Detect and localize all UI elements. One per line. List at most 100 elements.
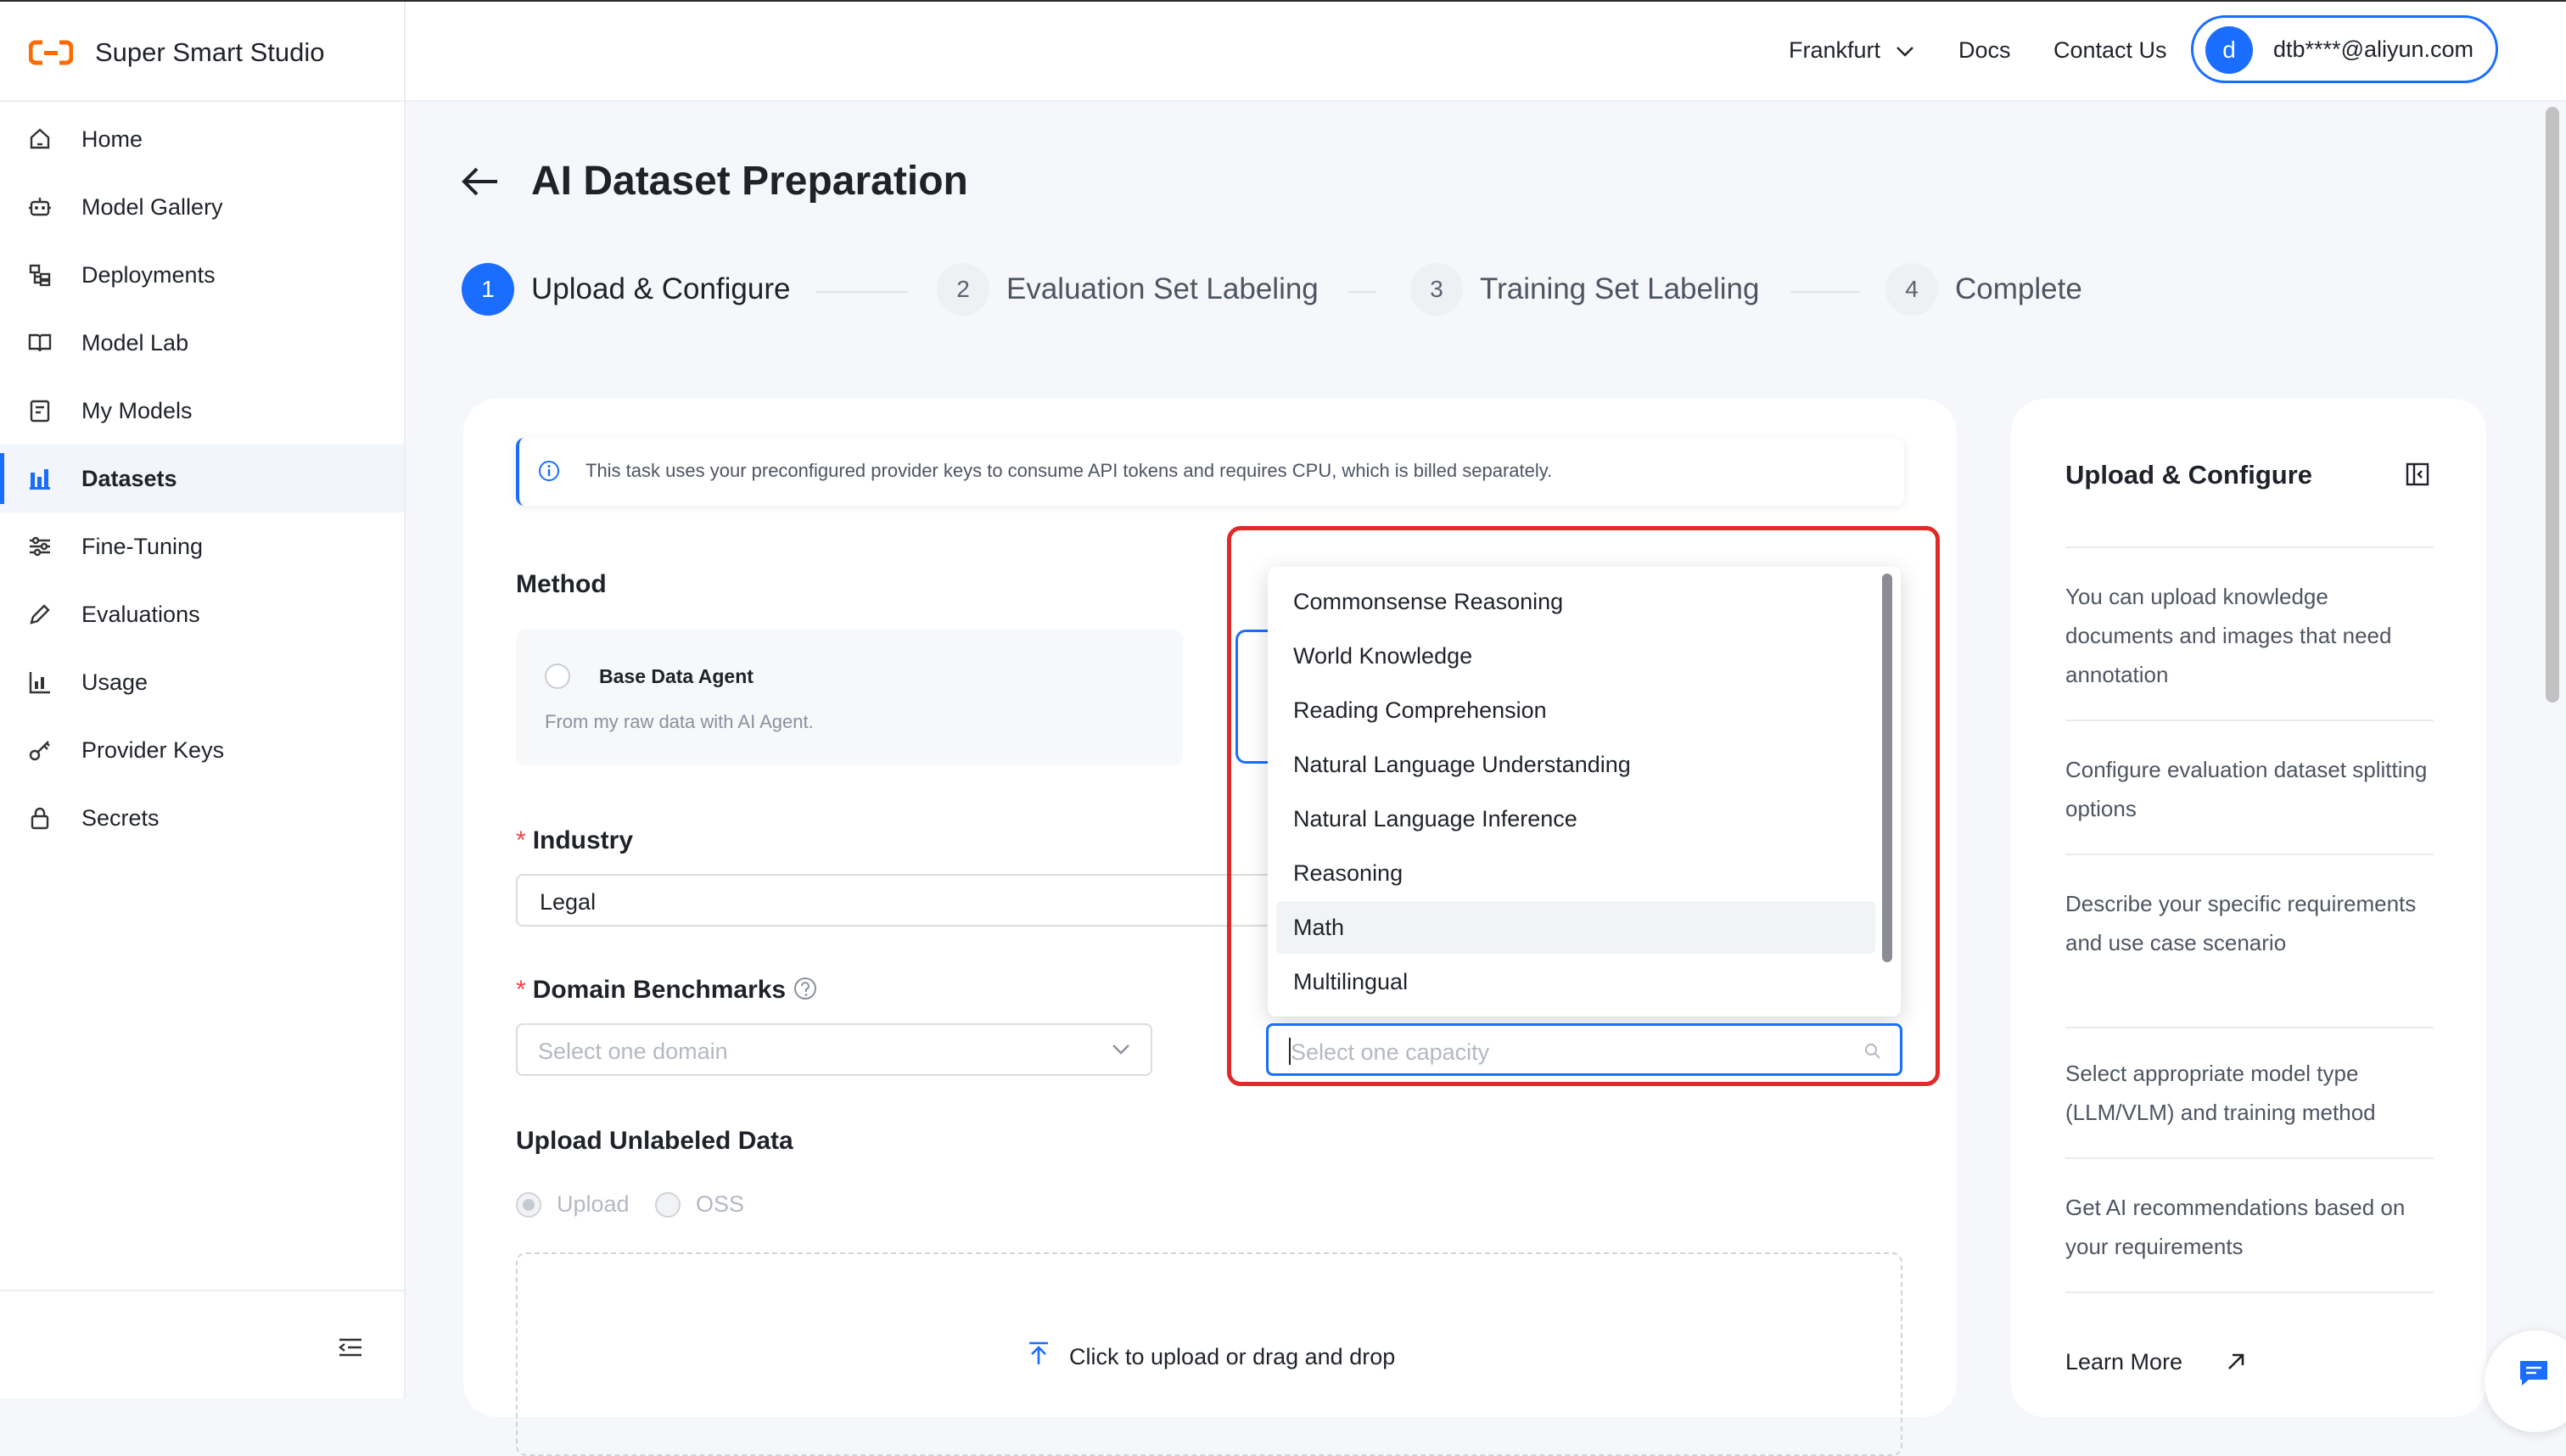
step-1: 1 Upload & Configure xyxy=(462,263,790,316)
chat-bubble-icon xyxy=(2517,1356,2551,1394)
industry-field[interactable]: Legal xyxy=(516,874,1280,927)
help-tip: Select appropriate model type (LLM/VLM) … xyxy=(2065,1061,2376,1125)
capacity-dropdown-menu: Commonsense Reasoning World Knowledge Re… xyxy=(1268,567,1901,1016)
step-4: 4 Complete xyxy=(1885,263,2082,316)
book-icon xyxy=(27,330,53,356)
sidebar-item-label: Evaluations xyxy=(81,601,200,627)
avatar: d xyxy=(2205,26,2253,74)
sidebar-item-label: Fine-Tuning xyxy=(81,533,204,559)
method-label: Method xyxy=(516,570,607,598)
sidebar-item-datasets[interactable]: Datasets xyxy=(0,445,404,512)
step-3: 3 Training Set Labeling xyxy=(1410,263,1759,316)
capacity-option[interactable]: Reasoning xyxy=(1276,847,1875,899)
back-arrow-icon[interactable] xyxy=(462,166,499,201)
sidebar-item-label: Datasets xyxy=(81,465,177,491)
step-connector xyxy=(1347,291,1376,293)
bar-chart-icon xyxy=(27,466,53,491)
dropdown-scrollbar[interactable] xyxy=(1882,574,1892,962)
sidebar-item-deployments[interactable]: Deployments xyxy=(0,241,404,309)
sidebar-item-label: Home xyxy=(81,126,143,152)
page-scrollbar[interactable] xyxy=(2546,107,2559,703)
capacity-search-input[interactable]: Select one capacity xyxy=(1266,1023,1902,1076)
step-connector xyxy=(816,291,908,293)
help-tip: Describe your specific requirements and … xyxy=(2065,891,2417,955)
radio-unselected[interactable] xyxy=(655,1191,681,1218)
capacity-option[interactable]: Multilingual xyxy=(1276,955,1875,1008)
search-icon xyxy=(1863,1041,1883,1066)
upload-source-upload[interactable]: Upload xyxy=(516,1191,630,1218)
models-icon xyxy=(27,398,53,423)
capacity-placeholder: Select one capacity xyxy=(1291,1039,1490,1065)
capacity-option[interactable]: Natural Language Understanding xyxy=(1276,738,1875,791)
sidebar-item-label: Secrets xyxy=(81,804,160,831)
step-label: Training Set Labeling xyxy=(1480,272,1760,305)
sidebar-item-my-models[interactable]: My Models xyxy=(0,377,404,445)
info-icon xyxy=(538,460,560,486)
brand-logo-icon[interactable] xyxy=(28,39,74,70)
sidebar-footer xyxy=(0,1290,404,1400)
radio-label: Upload xyxy=(557,1191,630,1217)
upload-dropzone[interactable]: Click to upload or drag and drop xyxy=(516,1252,1902,1456)
capacity-option[interactable]: Natural Language Inference xyxy=(1276,792,1875,845)
billing-notice: This task uses your preconfigured provid… xyxy=(516,438,1904,506)
external-link-icon[interactable] xyxy=(2225,1351,2247,1377)
sidebar-item-fine-tuning[interactable]: Fine-Tuning xyxy=(0,512,404,580)
help-circle-icon[interactable] xyxy=(793,976,818,1005)
divider xyxy=(2065,546,2434,548)
capacity-option[interactable]: Reading Comprehension xyxy=(1276,684,1875,736)
domain-placeholder: Select one domain xyxy=(538,1039,728,1064)
sidebar-item-label: Deployments xyxy=(81,261,216,288)
step-number: 4 xyxy=(1885,263,1938,316)
sidebar-item-label: Model Gallery xyxy=(81,193,223,220)
docs-link[interactable]: Docs xyxy=(1958,37,2011,64)
capacity-option[interactable]: World Knowledge xyxy=(1276,630,1875,682)
user-email: dtb****@aliyun.com xyxy=(2273,36,2474,62)
user-menu[interactable]: d dtb****@aliyun.com xyxy=(2191,15,2498,83)
sidebar-item-home[interactable]: Home xyxy=(0,105,404,173)
domain-select[interactable]: Select one domain xyxy=(516,1023,1152,1076)
divider xyxy=(2065,1027,2434,1028)
upload-source-oss[interactable]: OSS xyxy=(655,1191,744,1218)
sidebar-item-provider-keys[interactable]: Provider Keys xyxy=(0,716,404,784)
collapse-sidebar-icon[interactable] xyxy=(336,1336,365,1364)
region-selector[interactable]: Frankfurt xyxy=(1789,37,1914,64)
sliders-icon xyxy=(27,534,53,559)
step-number: 3 xyxy=(1410,263,1463,316)
learn-more-link[interactable]: Learn More xyxy=(2065,1349,2182,1375)
help-tip: Configure evaluation dataset splitting o… xyxy=(2065,757,2428,821)
lock-icon xyxy=(27,805,53,831)
sidebar-item-model-gallery[interactable]: Model Gallery xyxy=(0,173,404,241)
help-tip: Get AI recommendations based on your req… xyxy=(2065,1195,2406,1259)
step-number: 1 xyxy=(462,263,514,316)
step-2: 2 Evaluation Set Labeling xyxy=(937,263,1319,316)
method-option-desc: From my raw data with AI Agent. xyxy=(545,711,814,732)
radio-selected[interactable] xyxy=(516,1191,541,1218)
step-label: Upload & Configure xyxy=(531,272,791,305)
step-number: 2 xyxy=(937,263,989,316)
sidebar-item-usage[interactable]: Usage xyxy=(0,648,404,716)
radio-label: OSS xyxy=(696,1191,745,1217)
method-radio[interactable] xyxy=(545,664,570,689)
divider xyxy=(2065,1157,2434,1159)
upload-arrow-icon xyxy=(1027,1341,1050,1370)
collapse-panel-icon[interactable] xyxy=(2405,462,2430,491)
sidebar-item-secrets[interactable]: Secrets xyxy=(0,784,404,852)
brand: Super Smart Studio xyxy=(0,2,406,102)
divider xyxy=(2065,854,2434,855)
home-icon xyxy=(27,126,53,152)
capacity-option-hovered[interactable]: Math xyxy=(1276,901,1875,954)
sidebar-item-model-lab[interactable]: Model Lab xyxy=(0,309,404,377)
divider xyxy=(2065,720,2434,721)
sidebar-item-label: Provider Keys xyxy=(81,736,225,763)
method-option-base-data-agent[interactable]: Base Data Agent From my raw data with AI… xyxy=(516,630,1183,765)
sidebar-item-label: My Models xyxy=(81,397,193,423)
industry-label: * Industry xyxy=(516,826,634,854)
contact-us-link[interactable]: Contact Us xyxy=(2053,37,2167,64)
domain-benchmarks-label: * Domain Benchmarks xyxy=(516,976,787,1004)
help-panel-title: Upload & Configure xyxy=(2065,460,2313,490)
divider xyxy=(2065,1291,2434,1293)
chat-support-button[interactable] xyxy=(2485,1330,2566,1432)
sidebar-item-evaluations[interactable]: Evaluations xyxy=(0,580,404,648)
step-label: Evaluation Set Labeling xyxy=(1006,272,1319,305)
capacity-option[interactable]: Commonsense Reasoning xyxy=(1276,575,1875,628)
